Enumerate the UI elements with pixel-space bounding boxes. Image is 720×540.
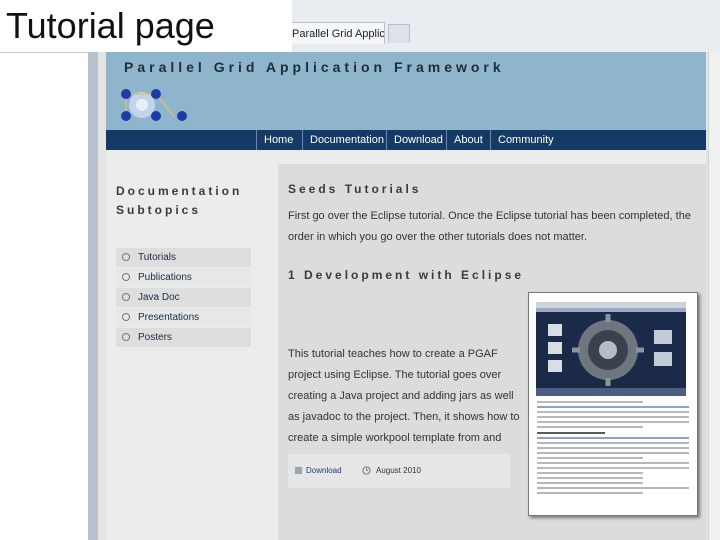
sidebar-item-tutorials[interactable]: Tutorials xyxy=(116,248,251,267)
document-thumbnail xyxy=(528,292,698,516)
slide-title: Tutorial page xyxy=(0,0,292,52)
page-title: Seeds Tutorials xyxy=(288,182,422,196)
sidebar-item-label: Java Doc xyxy=(138,292,180,303)
site-banner: Parallel Grid Application Framework xyxy=(106,52,706,130)
nav-community[interactable]: Community xyxy=(490,130,561,150)
bullet-icon xyxy=(122,333,130,341)
sidebar-item-posters[interactable]: Posters xyxy=(116,328,251,347)
bullet-icon xyxy=(122,253,130,261)
nav-documentation[interactable]: Documentation xyxy=(302,130,391,150)
nav-download[interactable]: Download xyxy=(386,130,450,150)
main-nav: Home Documentation Download About Commun… xyxy=(106,130,706,150)
bullet-icon xyxy=(122,293,130,301)
sidebar-title-line1: Documentation xyxy=(116,184,243,198)
clock-icon xyxy=(362,466,371,475)
sidebar-item-label: Presentations xyxy=(138,312,200,323)
vertical-scrollbar[interactable] xyxy=(708,52,720,540)
section-heading: 1 Development with Eclipse xyxy=(288,268,525,282)
bullet-icon xyxy=(122,273,130,281)
sidebar-title: Documentation Subtopics xyxy=(116,182,266,220)
document-text-lines xyxy=(537,401,689,497)
window-left-edge xyxy=(88,52,98,540)
download-icon xyxy=(294,466,303,475)
site-title: Parallel Grid Application Framework xyxy=(124,59,505,75)
new-tab-button[interactable] xyxy=(388,24,410,43)
publish-date: August 2010 xyxy=(376,466,421,475)
nav-about[interactable]: About xyxy=(446,130,490,150)
tutorial-footer: Download August 2010 xyxy=(288,454,510,488)
sidebar-item-publications[interactable]: Publications xyxy=(116,268,251,287)
nav-home[interactable]: Home xyxy=(256,130,300,150)
sidebar-item-label: Publications xyxy=(138,272,192,283)
sidebar-menu: Tutorials Publications Java Doc Presenta… xyxy=(116,248,251,348)
sidebar-item-label: Posters xyxy=(138,332,172,343)
grid-logo-icon xyxy=(121,89,187,121)
sidebar-item-presentations[interactable]: Presentations xyxy=(116,308,251,327)
sidebar-item-java-doc[interactable]: Java Doc xyxy=(116,288,251,307)
sidebar-item-label: Tutorials xyxy=(138,252,176,263)
intro-text: First go over the Eclipse tutorial. Once… xyxy=(288,210,691,243)
browser-tab[interactable]: Parallel Grid Application Framework xyxy=(285,22,385,44)
download-link[interactable]: Download xyxy=(306,454,342,488)
tutorial-description: This tutorial teaches how to create a PG… xyxy=(288,348,520,465)
eclipse-screenshot-image xyxy=(536,302,686,396)
sidebar-title-line2: Subtopics xyxy=(116,203,202,217)
bullet-icon xyxy=(122,313,130,321)
